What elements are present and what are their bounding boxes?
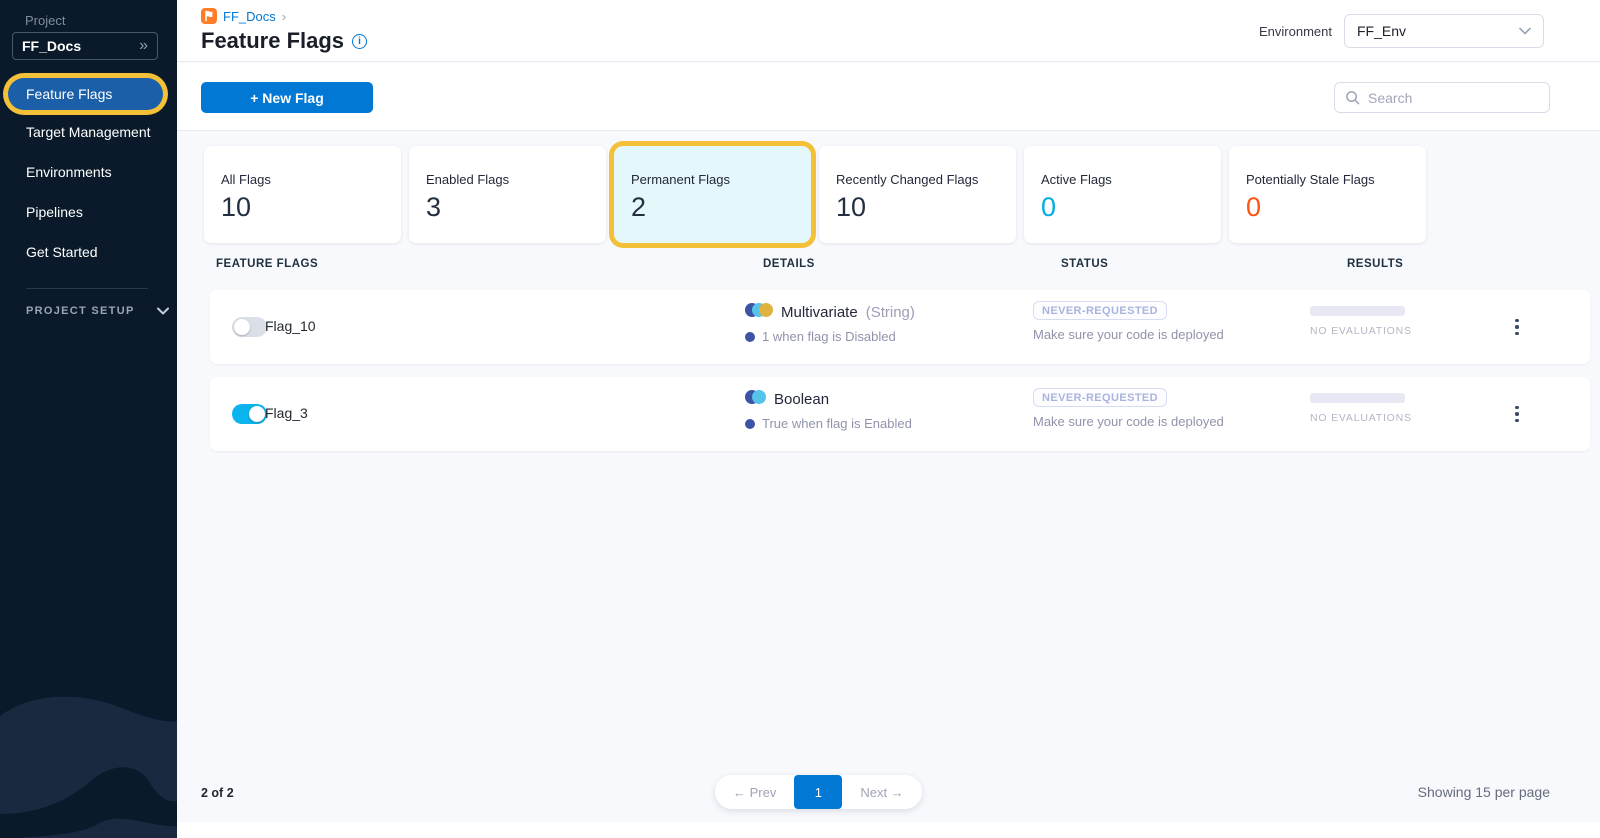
row-count: 2 of 2 (201, 786, 234, 800)
results-bar (1310, 393, 1405, 403)
flag-type: Boolean (774, 391, 829, 408)
breadcrumb-project-link[interactable]: FF_Docs (223, 9, 276, 24)
pagination: ← Prev 1 Next → (715, 775, 922, 809)
status-text: Make sure your code is deployed (1033, 414, 1224, 429)
project-setup-label: PROJECT SETUP (26, 305, 135, 317)
stat-card-recently-changed-flags[interactable]: Recently Changed Flags 10 (819, 146, 1016, 243)
flag-toggle[interactable] (232, 404, 267, 424)
flag-toggle[interactable] (232, 317, 267, 337)
feature-flags-module-icon (201, 8, 217, 24)
stat-card-permanent-flags[interactable]: Permanent Flags 2 (614, 146, 811, 243)
flag-name[interactable]: Flag_3 (265, 405, 308, 421)
bottom-strip (177, 822, 1600, 838)
stat-card-enabled-flags[interactable]: Enabled Flags 3 (409, 146, 606, 243)
page-size-indicator: Showing 15 per page (1418, 784, 1550, 800)
stat-label: Enabled Flags (426, 172, 606, 187)
flag-results: NO EVALUATIONS (1310, 393, 1412, 424)
sidebar-item-label: Feature Flags (26, 86, 112, 102)
stat-value: 10 (221, 192, 401, 223)
chevron-down-icon (1519, 27, 1531, 35)
flag-name[interactable]: Flag_10 (265, 318, 316, 334)
row-options-kebab-icon[interactable] (1507, 401, 1527, 427)
project-selector[interactable]: FF_Docs » (12, 32, 158, 60)
sidebar-item-feature-flags[interactable]: Feature Flags (8, 78, 163, 110)
column-header-status: STATUS (1061, 258, 1108, 270)
environment-label: Environment (1259, 24, 1332, 39)
stat-label: Active Flags (1041, 172, 1221, 187)
flag-details: Boolean True when flag is Enabled (745, 390, 912, 431)
stat-label: All Flags (221, 172, 401, 187)
flag-type-suffix: (String) (866, 304, 915, 321)
sidebar: Project FF_Docs » Feature Flags Target M… (0, 0, 177, 838)
search-icon (1345, 90, 1360, 105)
status-text: Make sure your code is deployed (1033, 327, 1224, 342)
page-header: FF_Docs › Feature Flags i Environment FF… (177, 0, 1600, 62)
flag-status: NEVER-REQUESTED Make sure your code is d… (1033, 301, 1224, 342)
environment-value: FF_Env (1357, 23, 1406, 39)
sidebar-divider (26, 288, 148, 289)
stat-value: 0 (1246, 192, 1426, 223)
project-setup-toggle[interactable]: PROJECT SETUP (26, 305, 169, 317)
search-input[interactable] (1368, 90, 1528, 106)
app-root: Project FF_Docs » Feature Flags Target M… (0, 0, 1600, 838)
flag-type: Multivariate (781, 304, 858, 321)
search-box[interactable] (1334, 82, 1550, 113)
stat-card-potentially-stale-flags[interactable]: Potentially Stale Flags 0 (1229, 146, 1426, 243)
stat-value: 3 (426, 192, 606, 223)
flag-status: NEVER-REQUESTED Make sure your code is d… (1033, 388, 1224, 429)
stats-cards: All Flags 10 Enabled Flags 3 Permanent F… (204, 146, 1426, 243)
breadcrumb: FF_Docs › (201, 8, 286, 24)
table-row-flag-10[interactable]: Flag_10 Multivariate (String) 1 when fla… (210, 290, 1590, 364)
current-page-button[interactable]: 1 (794, 775, 842, 809)
sidebar-item-environments[interactable]: Environments (26, 164, 112, 180)
flag-results: NO EVALUATIONS (1310, 306, 1412, 337)
stat-label: Potentially Stale Flags (1246, 172, 1426, 187)
stat-label: Permanent Flags (631, 172, 811, 187)
breadcrumb-separator: › (282, 9, 286, 24)
results-bar (1310, 306, 1405, 316)
sidebar-decoration (0, 638, 177, 838)
chevron-down-icon (157, 307, 169, 315)
stat-value: 2 (631, 192, 811, 223)
next-page-button[interactable]: Next → (842, 775, 921, 809)
stat-label: Recently Changed Flags (836, 172, 1016, 187)
status-badge: NEVER-REQUESTED (1033, 301, 1167, 320)
expand-sidebar-icon[interactable]: » (139, 38, 148, 54)
stat-value: 0 (1041, 192, 1221, 223)
multivariate-icon (745, 303, 773, 322)
table-row-flag-3[interactable]: Flag_3 Boolean True when flag is Enabled… (210, 377, 1590, 451)
column-header-feature-flags: FEATURE FLAGS (216, 258, 318, 270)
stat-card-all-flags[interactable]: All Flags 10 (204, 146, 401, 243)
info-icon[interactable]: i (352, 34, 367, 49)
flag-off-rule: True when flag is Enabled (762, 416, 912, 431)
stat-card-active-flags[interactable]: Active Flags 0 (1024, 146, 1221, 243)
results-text: NO EVALUATIONS (1310, 412, 1412, 424)
variation-dot-icon (745, 332, 755, 342)
flag-details: Multivariate (String) 1 when flag is Dis… (745, 303, 915, 344)
column-header-results: RESULTS (1347, 258, 1403, 270)
status-badge: NEVER-REQUESTED (1033, 388, 1167, 407)
prev-page-button[interactable]: ← Prev (715, 775, 794, 809)
sidebar-item-get-started[interactable]: Get Started (26, 244, 98, 260)
boolean-icon (745, 390, 766, 409)
results-text: NO EVALUATIONS (1310, 325, 1412, 337)
sidebar-item-target-management[interactable]: Target Management (26, 124, 151, 140)
column-header-details: DETAILS (763, 258, 815, 270)
stat-value: 10 (836, 192, 1016, 223)
sidebar-item-pipelines[interactable]: Pipelines (26, 204, 83, 220)
main-content: FF_Docs › Feature Flags i Environment FF… (177, 0, 1600, 838)
project-name: FF_Docs (22, 38, 81, 54)
toolbar: + New Flag (177, 63, 1600, 131)
variation-dot-icon (745, 419, 755, 429)
environment-select[interactable]: FF_Env (1344, 14, 1544, 48)
flag-off-rule: 1 when flag is Disabled (762, 329, 896, 344)
page-title: Feature Flags (201, 28, 344, 54)
project-label: Project (25, 13, 65, 28)
new-flag-button[interactable]: + New Flag (201, 82, 373, 113)
row-options-kebab-icon[interactable] (1507, 314, 1527, 340)
